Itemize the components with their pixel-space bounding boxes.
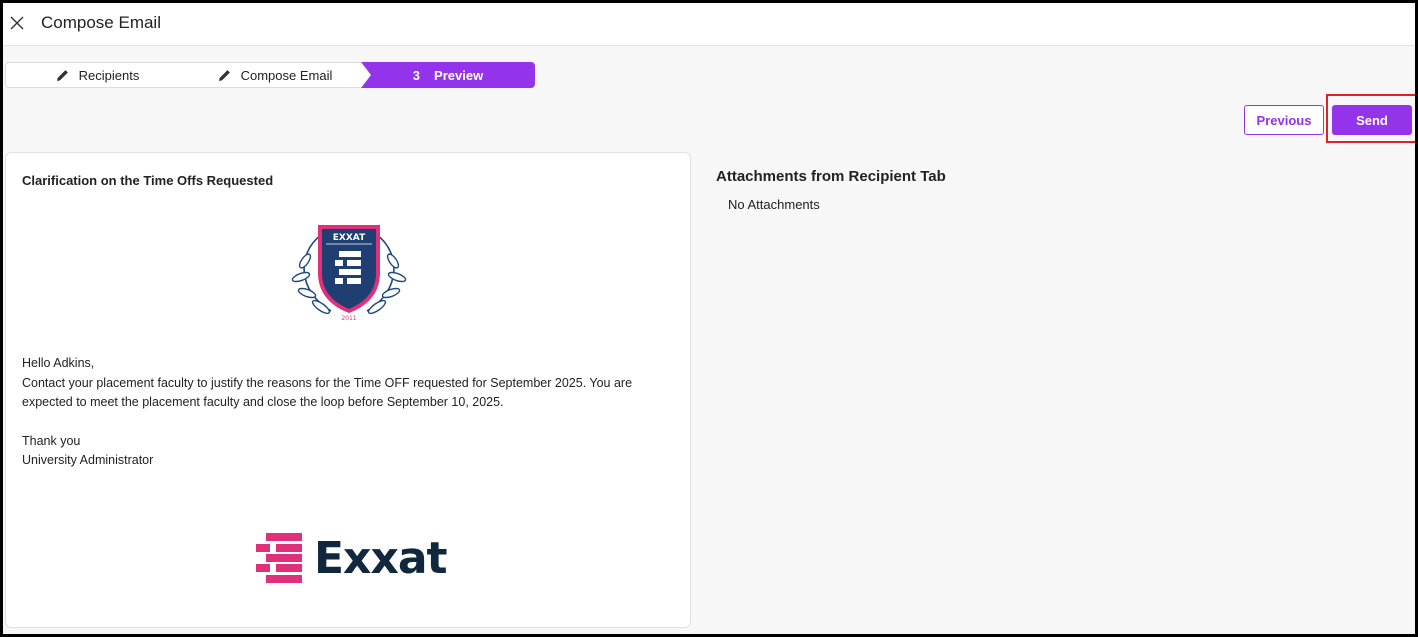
close-icon [10,16,24,30]
step-preview[interactable]: 3 Preview [361,62,535,88]
send-button[interactable]: Send [1332,105,1412,135]
header-bar: Compose Email [3,3,1415,46]
email-signature: University Administrator [22,453,154,467]
email-preview-card: Clarification on the Time Offs Requested [5,152,691,628]
step-recipients[interactable]: Recipients [5,62,189,88]
pencil-icon [218,69,231,82]
footer-logo-text: Exxat [314,532,448,584]
seal-banner-text: EXXAT [333,233,366,243]
email-body: Hello Adkins, Contact your placement fac… [22,354,672,471]
exxat-footer-logo: Exxat [256,528,466,588]
email-message: Contact your placement faculty to justif… [22,375,633,410]
attachments-title: Attachments from Recipient Tab [716,168,946,185]
exxat-seal-logo: EXXAT 2011 [291,225,407,322]
email-greeting: Hello Adkins, [22,356,95,370]
close-button[interactable] [7,13,27,33]
pencil-icon [56,69,69,82]
attachments-empty-text: No Attachments [728,197,820,212]
step-label: Compose Email [240,67,333,83]
wizard-stepper: Recipients Compose Email 3 Preview [5,62,535,88]
email-subject: Clarification on the Time Offs Requested [22,173,274,188]
compose-email-window: Compose Email Recipients Compose Email 3… [0,0,1418,637]
previous-button[interactable]: Previous [1244,105,1324,135]
seal-year-text: 2011 [341,315,356,322]
step-label: Recipients [78,67,140,83]
email-signoff: Thank you [22,433,81,448]
exxat-mark-icon [256,533,302,583]
page-title: Compose Email [41,13,161,32]
step-number: 3 [412,67,421,83]
step-compose-email[interactable]: Compose Email [189,62,361,88]
step-label: Preview [434,67,484,83]
